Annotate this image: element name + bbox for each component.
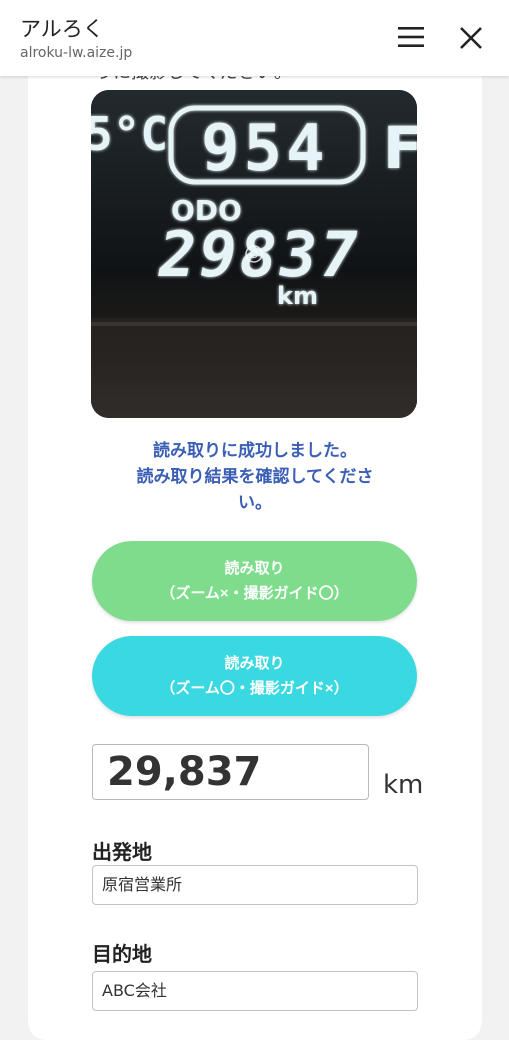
odometer-unit-label: km: [383, 770, 424, 800]
destination-input[interactable]: ABC会社: [92, 971, 418, 1011]
destination-label: 目的地: [92, 942, 152, 966]
success-line-1: 読み取りに成功しました。: [153, 441, 357, 461]
success-line-2: 読み取り結果を確認してくださ: [136, 467, 374, 487]
photo-temperature: 5°C: [91, 107, 168, 161]
photo-unit-label: km: [277, 282, 318, 310]
odometer-photo: 5°C 954 F ODO 29837 km: [91, 90, 417, 418]
hamburger-menu-icon[interactable]: [398, 26, 424, 48]
site-title: アルろく: [20, 17, 104, 41]
close-icon[interactable]: [458, 25, 484, 51]
read-button-zoom[interactable]: 読み取り （ズーム〇・撮影ガイド×）: [92, 636, 417, 716]
success-line-3: い。: [238, 493, 272, 513]
read-button-zoom-sub: （ズーム〇・撮影ガイド×）: [160, 680, 349, 697]
read-button-guide-sub: （ズーム×・撮影ガイド〇）: [160, 585, 349, 602]
origin-input[interactable]: 原宿営業所: [92, 865, 418, 905]
odometer-input[interactable]: 29,837: [92, 744, 369, 800]
origin-label: 出発地: [92, 840, 152, 864]
site-url: alroku-lw.aize.jp: [20, 45, 133, 61]
read-button-guide-label: 読み取り: [224, 560, 285, 577]
browser-header: アルろく alroku-lw.aize.jp: [0, 0, 509, 76]
photo-trip-value: 954: [201, 112, 329, 186]
photo-gauge-mark: F: [383, 114, 417, 182]
read-button-guide[interactable]: 読み取り （ズーム×・撮影ガイド〇）: [92, 541, 417, 621]
photo-odo-value: 29837: [158, 218, 361, 291]
read-success-message: 読み取りに成功しました。 読み取り結果を確認してくださ い。: [95, 438, 415, 516]
read-button-zoom-label: 読み取り: [224, 655, 285, 672]
